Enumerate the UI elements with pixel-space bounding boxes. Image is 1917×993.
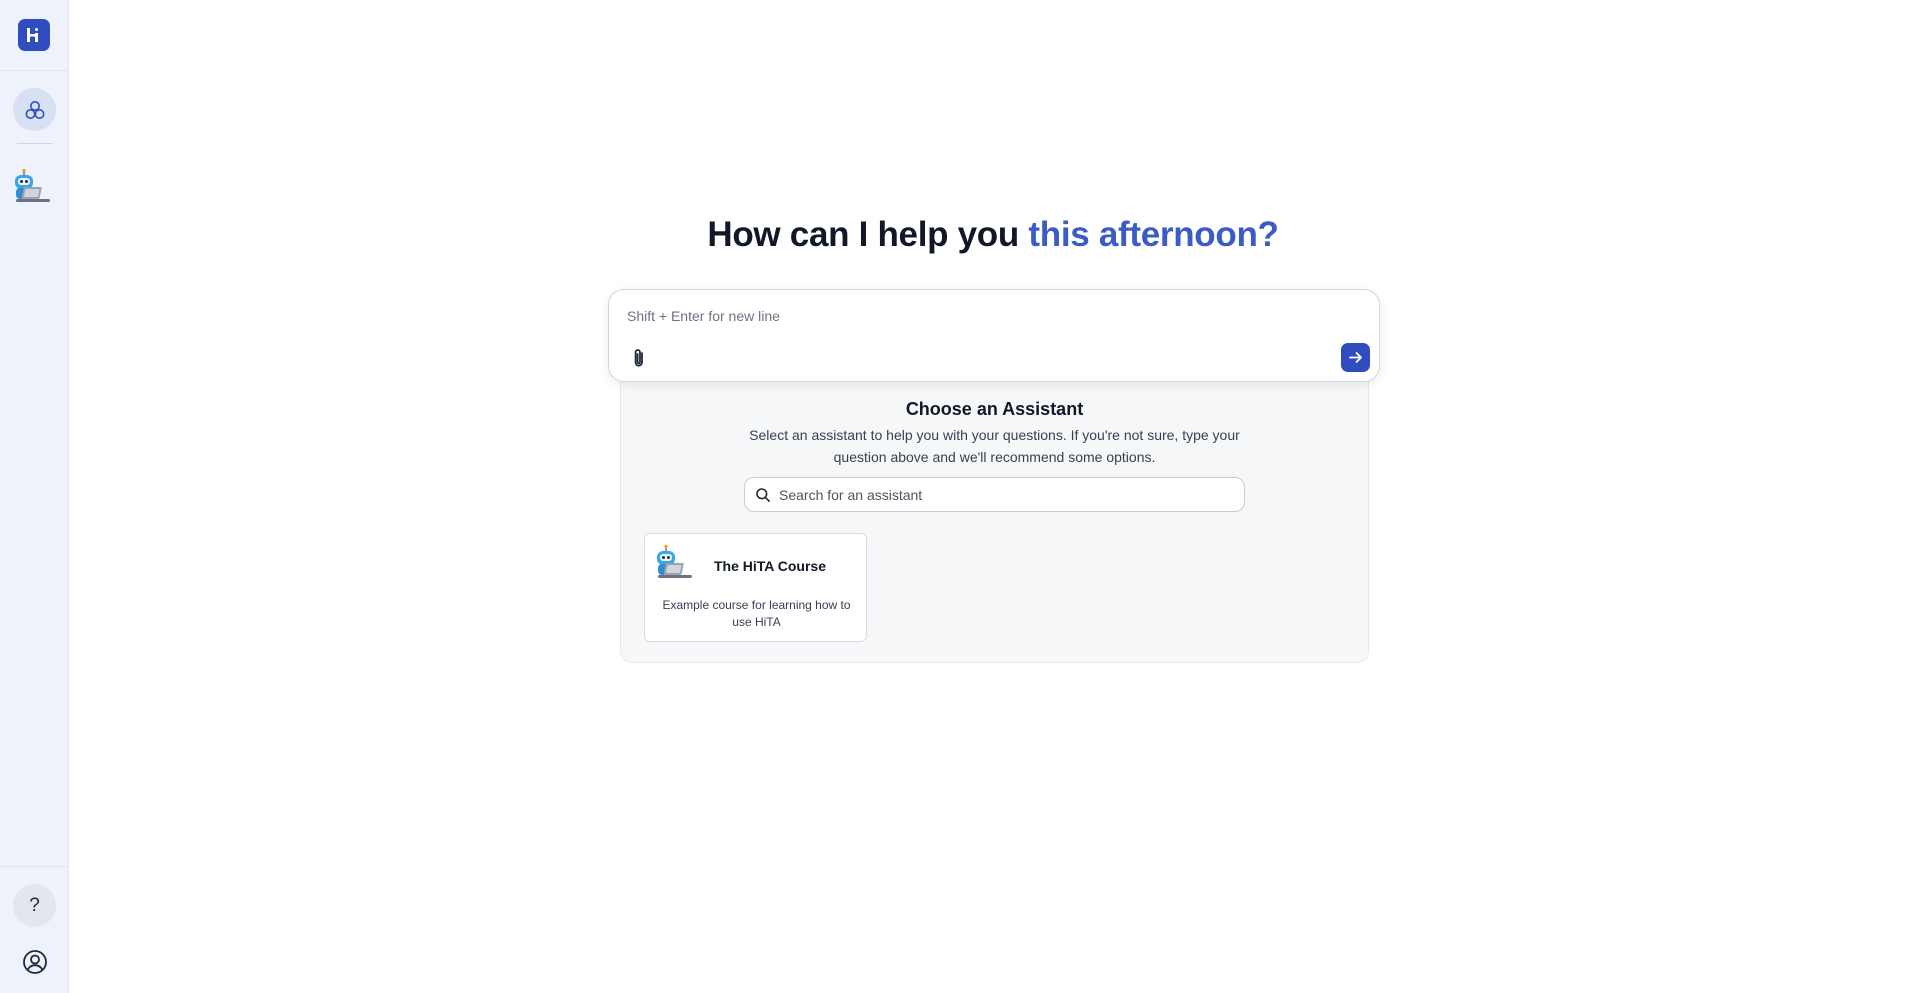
logo-h-icon [27,28,38,42]
sidebar-item-assistants[interactable] [13,88,56,131]
greeting-prefix: How can I help you [707,215,1029,254]
page-title: How can I help you this afternoon? [69,215,1917,255]
sidebar-item-hita-course[interactable] [12,168,56,208]
main-content: How can I help you this afternoon? Choos… [69,0,1917,993]
assistant-card[interactable]: The HiTA Course Example course for learn… [644,533,867,642]
message-composer [608,289,1380,382]
app-logo[interactable] [18,19,50,51]
send-button[interactable] [1341,343,1370,372]
profile-button[interactable] [13,940,56,983]
assistant-picker-title: Choose an Assistant [905,399,1084,419]
sidebar-divider [0,70,69,71]
robot-avatar-icon [15,168,50,202]
assistant-search-input[interactable] [779,484,1229,506]
paperclip-icon[interactable] [629,347,649,369]
robot-avatar-icon [657,544,692,578]
arrow-right-icon [1349,352,1362,363]
assistant-picker-description: Select an assistant to help you with you… [749,427,1240,465]
sidebar-divider [17,143,53,144]
assistant-card-title: The HiTA Course [714,558,827,574]
question-icon: ? [29,894,40,916]
user-circle-icon [22,949,47,974]
assistant-card-description: Example course for learning how to use H… [662,598,851,629]
message-input[interactable] [627,304,1327,328]
search-icon [756,488,770,502]
circles-icon [25,100,44,119]
assistant-search [744,477,1245,512]
help-button[interactable]: ? [13,884,56,927]
sidebar: ? [0,0,69,993]
greeting-accent: this afternoon? [1028,215,1279,254]
sidebar-divider [0,866,69,867]
